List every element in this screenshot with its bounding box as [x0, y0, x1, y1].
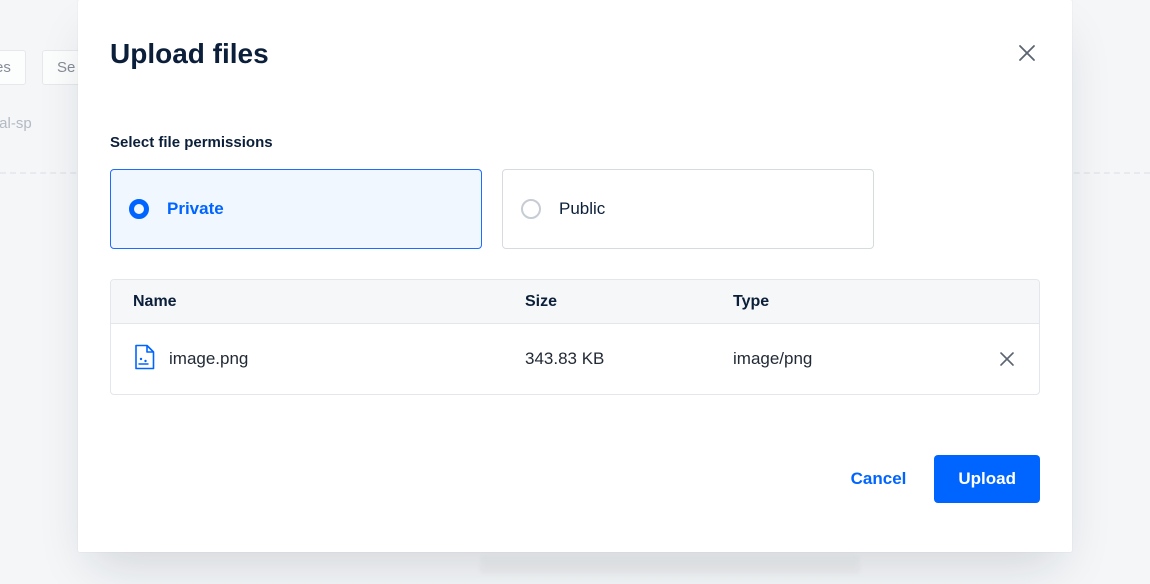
close-icon [1018, 44, 1036, 62]
upload-button[interactable]: Upload [934, 455, 1040, 503]
column-header-size: Size [525, 293, 733, 311]
radio-icon [521, 199, 541, 219]
background-text: utorial-sp [0, 115, 32, 132]
close-icon [999, 351, 1015, 367]
permission-option-private[interactable]: Private [110, 169, 482, 249]
column-header-name: Name [133, 293, 525, 311]
permission-option-public[interactable]: Public [502, 169, 874, 249]
file-size: 343.83 KB [525, 349, 733, 369]
modal-title: Upload files [110, 38, 269, 70]
table-row: image.png 343.83 KB image/png [111, 324, 1039, 394]
permission-option-label: Public [559, 199, 605, 219]
close-button[interactable] [1016, 42, 1038, 64]
remove-file-button[interactable] [997, 349, 1017, 369]
background-text [480, 556, 860, 574]
permission-option-label: Private [167, 199, 224, 219]
background-tab: es [0, 50, 26, 85]
radio-icon [129, 199, 149, 219]
column-header-type: Type [733, 293, 977, 311]
permissions-section-label: Select file permissions [110, 134, 1040, 151]
upload-files-modal: Upload files Select file permissions Pri… [78, 0, 1072, 552]
file-name: image.png [169, 349, 248, 369]
files-table: Name Size Type image.png 343.83 KB [110, 279, 1040, 395]
file-image-icon [133, 344, 155, 375]
cancel-button[interactable]: Cancel [847, 461, 911, 497]
file-type: image/png [733, 349, 977, 369]
table-header-row: Name Size Type [111, 280, 1039, 324]
